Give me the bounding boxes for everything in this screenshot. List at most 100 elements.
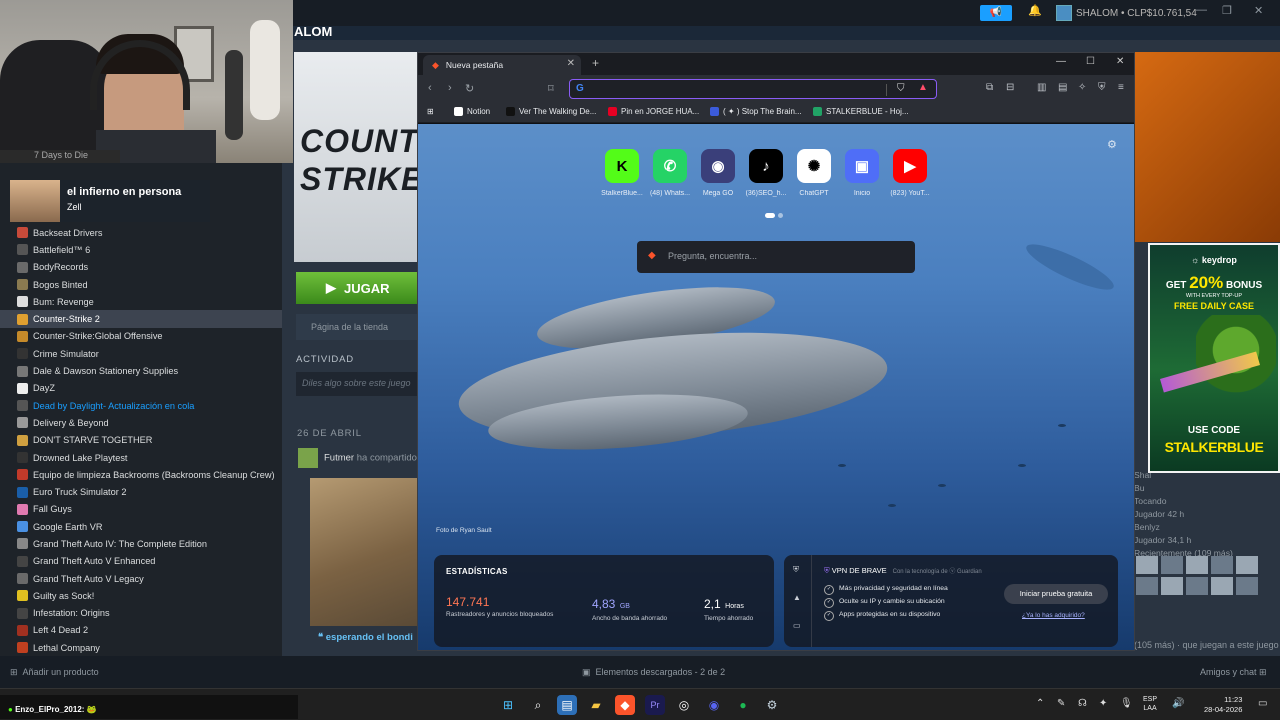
extensions-icon[interactable]: ⧉ (986, 82, 993, 93)
library-game-item[interactable]: Counter-Strike:Global Offensive (0, 328, 282, 345)
friend-avatar[interactable] (1236, 556, 1258, 574)
bookmark-icon[interactable]: ⌑ (548, 82, 554, 95)
page-dot[interactable] (778, 213, 783, 218)
minimize-icon[interactable]: — (1056, 56, 1066, 67)
wallet-icon[interactable]: ▤ (1058, 82, 1067, 93)
account-menu[interactable]: SHALOM • CLP$10.761,54 (1056, 4, 1197, 22)
reload-icon[interactable]: ↻ (465, 82, 474, 95)
top-site-tile[interactable]: ✺ ChatGPT (796, 149, 832, 197)
volume-icon[interactable]: 🔊 (1172, 698, 1184, 709)
library-game-item[interactable]: Dead by Daylight - Actualización en cola (0, 397, 282, 414)
library-game-item[interactable]: Backseat Drivers (0, 224, 282, 241)
forward-icon[interactable]: › (448, 82, 452, 94)
tab-close-icon[interactable]: ✕ (567, 58, 575, 69)
library-game-item[interactable]: Google Earth VR (0, 518, 282, 535)
close-icon[interactable]: ✕ (1116, 56, 1124, 67)
spotify-icon[interactable]: ● (733, 695, 753, 715)
library-game-item[interactable]: Crime Simulator (0, 345, 282, 362)
library-game-item[interactable]: DayZ (0, 380, 282, 397)
library-game-item[interactable]: Euro Truck Simulator 2 (0, 483, 282, 500)
friend-avatar[interactable] (1136, 577, 1158, 595)
top-site-tile[interactable]: ✆ (48) Whats... (650, 149, 690, 197)
library-game-item[interactable]: Drowned Lake Playtest (0, 449, 282, 466)
friend-avatar[interactable] (1186, 556, 1208, 574)
pen-icon[interactable]: ✎ (1057, 698, 1065, 709)
notifications-icon[interactable]: 🔔 (1028, 4, 1042, 17)
maximize-icon[interactable]: ☐ (1086, 56, 1095, 67)
friend-avatar[interactable] (1161, 577, 1183, 595)
library-game-item[interactable]: Delivery & Beyond (0, 414, 282, 431)
bookmark-item[interactable]: STALKERBLUE - Hoj... (813, 107, 909, 116)
bookmark-item[interactable]: Pin en JORGE HUA... (608, 107, 699, 116)
language-indicator[interactable]: ESP LAA (1143, 695, 1157, 713)
friend-avatar[interactable] (1236, 577, 1258, 595)
photo-credit[interactable]: Foto de Ryan Sault (436, 527, 492, 534)
bookmark-item[interactable]: ( ✦ ) Stop The Brain... (710, 107, 802, 116)
activity-input[interactable]: Diles algo sobre este juego (296, 372, 420, 396)
friend-entry[interactable]: Jugador 42 h (1134, 509, 1280, 522)
page-dot[interactable] (765, 213, 775, 218)
top-site-tile[interactable]: ▣ Inicio (844, 149, 880, 197)
notification-center-icon[interactable]: ▭ (1258, 698, 1267, 709)
new-tab-button[interactable]: + (592, 56, 599, 70)
bookmark-item[interactable]: Ver The Walking De... (506, 107, 596, 116)
library-game-item[interactable]: Lethal Company (0, 639, 282, 656)
app-tray-icon[interactable]: ✦ (1099, 698, 1107, 709)
play-button[interactable]: ▶ JUGAR (296, 272, 420, 304)
friend-avatar[interactable] (1211, 577, 1233, 595)
cards-tab-icon[interactable]: ▭ (793, 621, 801, 630)
library-game-item[interactable]: Equipo de limpieza Backrooms (Backrooms … (0, 466, 282, 483)
already-purchased-link[interactable]: ¿Ya lo has adquirido? (1022, 612, 1085, 619)
maximize-icon[interactable]: ❐ (1222, 4, 1232, 17)
start-icon[interactable]: ⊞ (498, 695, 518, 715)
desktop-icon[interactable]: ▤ (557, 695, 577, 715)
top-site-tile[interactable]: ◉ Mega GO (700, 149, 736, 197)
screenshot-caption[interactable]: ❝ esperando el bondi (318, 632, 413, 643)
friend-avatar[interactable] (1186, 577, 1208, 595)
headset-icon[interactable]: ☊ (1078, 698, 1087, 709)
library-game-item[interactable]: Grand Theft Auto IV: The Complete Editio… (0, 535, 282, 552)
top-site-tile[interactable]: K StalkerBlue... (601, 149, 643, 197)
library-game-item[interactable]: Fall Guys (0, 501, 282, 518)
library-game-item[interactable]: Battlefield™ 6 (0, 241, 282, 258)
library-game-item[interactable]: BodyRecords (0, 259, 282, 276)
steam-taskbar-icon[interactable]: ⚙ (762, 695, 782, 715)
library-game-item[interactable]: Dale & Dawson Stationery Supplies (0, 362, 282, 379)
leo-ai-icon[interactable]: ✧ (1078, 82, 1086, 93)
obs-icon[interactable]: ◎ (674, 695, 694, 715)
back-icon[interactable]: ‹ (428, 82, 432, 94)
discord-icon[interactable]: ◉ (704, 695, 724, 715)
rewards-icon[interactable]: ▲ (918, 82, 928, 93)
library-game-item[interactable]: Guilty as Sock! (0, 587, 282, 604)
library-game-item[interactable]: Infestation: Origins (0, 605, 282, 622)
brave-taskbar-icon[interactable]: ◆ (615, 695, 635, 715)
downloads-status[interactable]: ▣ Elementos descargados - 2 de 2 (582, 667, 725, 678)
tab-new-tab[interactable]: ◆ Nueva pestaña ✕ (423, 55, 581, 75)
library-game-item[interactable]: Bogos Binted (0, 276, 282, 293)
add-product-button[interactable]: ⊞ Añadir un producto (10, 667, 99, 678)
vpn-icon[interactable]: ⛨ (1098, 82, 1106, 93)
search-icon[interactable]: ⌕ (528, 695, 548, 715)
top-site-tile[interactable]: ▶ (823) YouT... (890, 149, 930, 197)
shields-icon[interactable]: ⛉ (897, 83, 905, 94)
file-explorer-icon[interactable]: ▰ (586, 695, 606, 715)
friend-avatar[interactable] (1211, 556, 1233, 574)
top-site-tile[interactable]: ♪ (36)SEO_h... (746, 149, 786, 197)
library-game-item[interactable]: Grand Theft Auto V Legacy (0, 570, 282, 587)
premiere-icon[interactable]: Pr (645, 695, 665, 715)
announcement-button[interactable]: 📢 (980, 5, 1012, 21)
friend-avatar[interactable] (1136, 556, 1158, 574)
feed-user[interactable]: Futmer (324, 453, 354, 464)
minimize-icon[interactable]: — (1196, 4, 1207, 16)
library-game-item[interactable]: Left 4 Dead 2 (0, 622, 282, 639)
friend-avatar[interactable] (1161, 556, 1183, 574)
customize-gear-icon[interactable]: ⚙ (1107, 138, 1117, 151)
library-game-item[interactable]: Grand Theft Auto V Enhanced (0, 553, 282, 570)
system-clock[interactable]: 11:23 28-04-2026 (1204, 695, 1242, 715)
search-box[interactable]: ◆ Pregunta, encuentra... (637, 241, 915, 273)
friends-chat-button[interactable]: Amigos y chat ⊞ (1200, 667, 1267, 678)
address-bar[interactable]: G ⛉ ▲ (569, 79, 937, 99)
store-page-link[interactable]: Página de la tienda (296, 314, 420, 340)
activity-feed-item[interactable]: Futmer ha compartido (298, 448, 420, 468)
library-game-item[interactable]: Counter-Strike 2 (0, 310, 282, 328)
